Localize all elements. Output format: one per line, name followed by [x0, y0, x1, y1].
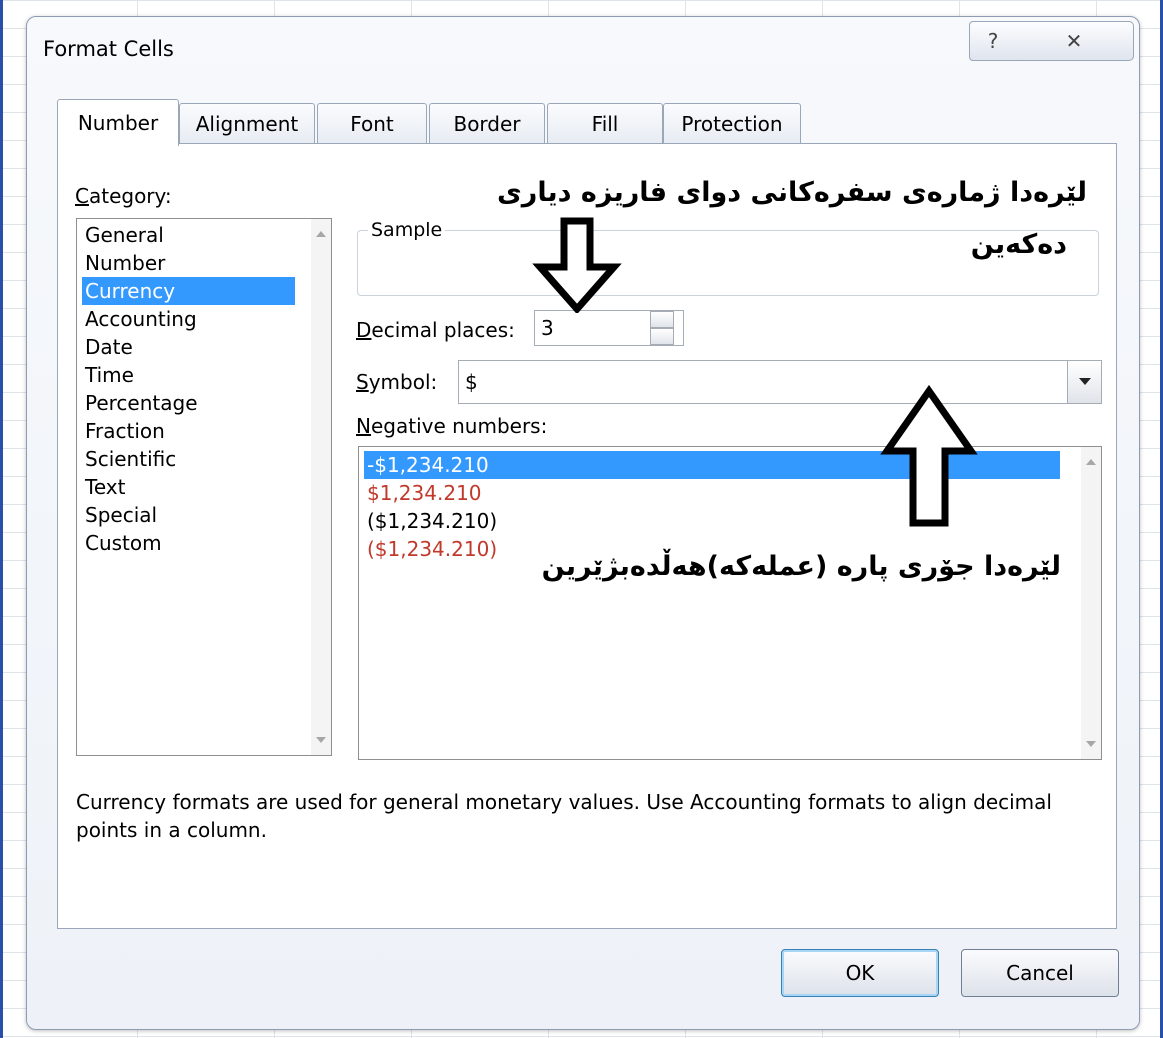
negative-numbers-label: Negative numbers: [356, 414, 548, 438]
scroll-down-icon[interactable] [316, 737, 326, 743]
chevron-down-icon[interactable] [1067, 361, 1101, 403]
help-icon: ? [987, 29, 999, 53]
scroll-up-icon[interactable] [316, 231, 326, 237]
sample-legend: Sample [368, 219, 446, 241]
category-list[interactable]: General Number Currency Accounting Date … [76, 218, 332, 756]
window-edge-left [0, 0, 3, 1038]
close-button[interactable]: ✕ [1015, 21, 1134, 61]
arrow-down-annotation-icon [532, 217, 622, 313]
scroll-up-icon[interactable] [1086, 459, 1096, 465]
tab-protection[interactable]: Protection [663, 103, 801, 144]
category-scrollbar[interactable] [311, 219, 331, 755]
category-item-number[interactable]: Number [82, 249, 168, 277]
decimal-down-icon[interactable] [650, 328, 674, 345]
decimal-up-icon[interactable] [650, 311, 674, 328]
category-item-accounting[interactable]: Accounting [82, 305, 200, 333]
cancel-button[interactable]: Cancel [961, 949, 1119, 997]
annotation-top-line1: لێرەدا ژمارەی سفرەکانی دوای فاریزە دیاری [497, 177, 1087, 208]
category-item-percentage[interactable]: Percentage [82, 389, 201, 417]
dialog-title: Format Cells [43, 37, 174, 61]
tab-fill[interactable]: Fill [547, 103, 663, 144]
scroll-down-icon[interactable] [1086, 741, 1096, 747]
negative-numbers-list[interactable]: -$1,234.210 $1,234.210 ($1,234.210) ($1,… [358, 446, 1102, 760]
format-cells-dialog: Format Cells ? ✕ Number Alignment Font B… [26, 16, 1140, 1030]
negative-format-3[interactable]: ($1,234.210) [364, 507, 500, 535]
tab-alignment[interactable]: Alignment [179, 103, 315, 144]
category-item-general[interactable]: General [82, 221, 167, 249]
symbol-combobox[interactable]: $ [458, 360, 1102, 404]
symbol-label: Symbol: [356, 370, 438, 394]
category-item-currency[interactable]: Currency [82, 277, 295, 305]
tab-number[interactable]: Number [57, 99, 179, 146]
negative-scrollbar[interactable] [1081, 447, 1101, 759]
annotation-top-line2: دەکەین [970, 229, 1067, 260]
annotation-bottom: لێرەدا جۆری پارە (عملەکە)هەڵدەبژێرین [541, 551, 1061, 582]
tab-font[interactable]: Font [317, 103, 427, 144]
decimal-places-label: Decimal places: [356, 318, 515, 342]
category-item-date[interactable]: Date [82, 333, 136, 361]
category-item-special[interactable]: Special [82, 501, 160, 529]
tab-border[interactable]: Border [429, 103, 545, 144]
category-item-time[interactable]: Time [82, 361, 137, 389]
close-icon: ✕ [1065, 29, 1083, 53]
category-item-custom[interactable]: Custom [82, 529, 165, 557]
symbol-value: $ [465, 370, 478, 394]
arrow-up-annotation-icon [880, 385, 978, 527]
category-item-scientific[interactable]: Scientific [82, 445, 179, 473]
ok-button[interactable]: OK [781, 949, 939, 997]
category-label: Category: [75, 184, 172, 208]
description-text: Currency formats are used for general mo… [76, 790, 1052, 842]
negative-format-2[interactable]: $1,234.210 [364, 479, 485, 507]
help-button[interactable]: ? [969, 21, 1017, 61]
category-item-text[interactable]: Text [82, 473, 128, 501]
category-item-fraction[interactable]: Fraction [82, 417, 168, 445]
